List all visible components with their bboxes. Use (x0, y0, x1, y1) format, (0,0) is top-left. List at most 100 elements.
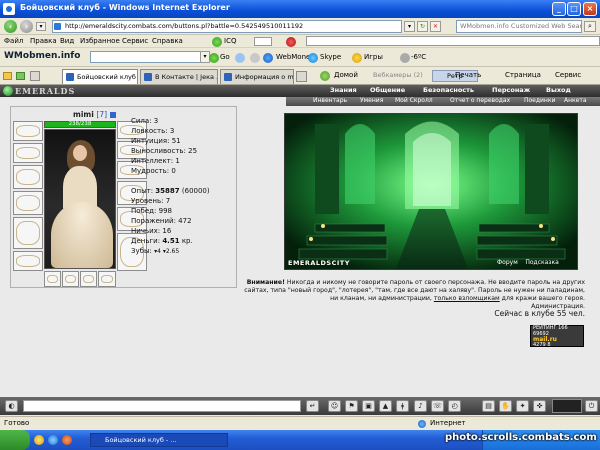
character-panel: mimi [7] 238/238 Сила: 3 Ловкость: 3 Инт… (10, 106, 237, 288)
info-icon[interactable] (109, 112, 116, 118)
online-count: Сейчас в клубе 55 чел. (494, 309, 585, 318)
music-icon[interactable]: ♪ (414, 400, 427, 412)
location-scene[interactable]: EMERALDSCITY Форум Подсказка (284, 113, 578, 270)
maximize-button[interactable]: □ (567, 2, 581, 16)
subnav-profile[interactable]: Анкета (564, 97, 587, 104)
exit-icon[interactable]: ⏻ (585, 400, 598, 412)
small-slot-3[interactable] (80, 271, 97, 287)
forward-button[interactable]: › (20, 20, 33, 33)
nav-exit[interactable]: Выход (546, 86, 571, 96)
small-slot-1[interactable] (44, 271, 61, 287)
tab-info-mimi[interactable]: Информация о mimi (220, 69, 294, 84)
chat-clear-icon[interactable]: ◐ (5, 400, 18, 412)
belt-slot[interactable] (13, 251, 43, 271)
toolbar-search-input[interactable] (90, 51, 202, 63)
address-dropdown[interactable]: ▾ (404, 21, 415, 32)
clock-icon[interactable]: ◴ (448, 400, 461, 412)
history-dropdown[interactable]: ▾ (36, 22, 46, 31)
address-input[interactable]: http://emeraldscity.combats.com/buttons.… (52, 20, 402, 33)
game-subnav: Инвентарь Умения Мой Скролл Отчет о пере… (286, 97, 600, 106)
favorites-star-icon[interactable] (3, 72, 12, 80)
game-area: EMERALDS Знания Общение Безопасность Пер… (0, 85, 600, 397)
print-button[interactable]: Печать (455, 71, 481, 79)
subnav-transfer-report[interactable]: Отчет о переводах (450, 97, 510, 104)
tools-button[interactable]: Сервис (555, 71, 581, 79)
webcams-button[interactable]: Вебкамеры (2) (373, 71, 423, 82)
color-icon[interactable]: ▲ (379, 400, 392, 412)
tab-vkontakte[interactable]: В Контакте | Jека ... (140, 69, 218, 84)
stat-teeth: Зубы: ▾4 ▾2.65 (131, 247, 180, 255)
game-logo: EMERALDS (15, 86, 76, 96)
page-button[interactable]: Страница (505, 71, 541, 79)
small-slot-2[interactable] (62, 271, 79, 287)
go-icon (209, 53, 219, 63)
warning-label: Внимание! (246, 279, 285, 286)
back-button[interactable]: ‹ (4, 20, 17, 33)
minimize-button[interactable]: _ (552, 2, 566, 16)
hint-link[interactable]: Подсказка (525, 259, 558, 266)
custom-toolbar: WMobmen.info ▾ Go WebMoney Skype Игры -6… (0, 48, 600, 67)
close-button[interactable]: × (583, 2, 597, 16)
earrings-slot[interactable] (13, 143, 43, 163)
security-zone: Интернет (430, 419, 466, 427)
taskbar-item-ie[interactable]: Бойцовский клуб - ... (90, 433, 228, 447)
nav-knowledge[interactable]: Знания (330, 86, 357, 96)
character-name[interactable]: mimi (73, 110, 94, 119)
new-tab-button[interactable] (296, 71, 307, 82)
go-button[interactable]: Go (220, 53, 230, 61)
add-favorites-icon[interactable] (16, 72, 25, 80)
quicklaunch-icon-1[interactable] (34, 435, 44, 445)
nav-security[interactable]: Безопасность (423, 86, 474, 96)
start-button[interactable] (0, 430, 30, 450)
toolbar-input[interactable] (306, 36, 600, 46)
tab-combats[interactable]: Бойцовский клуб (62, 69, 138, 84)
shield-icon (286, 37, 296, 47)
menu-view[interactable]: Вид (60, 37, 74, 45)
games-button[interactable]: Игры (364, 53, 383, 61)
icq-status-field[interactable] (254, 37, 272, 46)
search-icon[interactable]: ⌕ (584, 21, 596, 32)
tab-list-icon[interactable] (30, 71, 40, 81)
menu-edit[interactable]: Правка (30, 37, 57, 45)
mail-icon[interactable] (235, 53, 245, 63)
weapon-slot[interactable] (13, 191, 43, 215)
quicklaunch-icon-3[interactable] (62, 435, 72, 445)
quicklaunch-icon-2[interactable] (48, 435, 58, 445)
inventory-icon[interactable]: ▤ (482, 400, 495, 412)
nav-communication[interactable]: Общение (370, 86, 405, 96)
helmet-slot[interactable] (13, 121, 43, 141)
stat-intuition: Интуиция: 51 (131, 137, 181, 145)
rating-counter[interactable]: РЕЙТИНГ 166 69692 mail.ru 4279 8 (530, 325, 584, 347)
chat-input[interactable] (23, 400, 301, 412)
menu-file[interactable]: Файл (4, 37, 23, 45)
user-icon[interactable] (250, 53, 260, 63)
icq-button[interactable]: ICQ (224, 37, 236, 45)
menu-tools[interactable]: Сервис (122, 37, 148, 45)
armor-slot[interactable] (13, 217, 43, 249)
subnav-my-scroll[interactable]: Мой Скролл (395, 97, 433, 104)
smile-icon[interactable]: ☺ (328, 400, 341, 412)
private-icon[interactable]: ☏ (431, 400, 444, 412)
stat-experience: Опыт: 35887 (60000) (131, 187, 210, 195)
save-icon[interactable]: ▣ (362, 400, 375, 412)
stop-icon[interactable]: ✕ (430, 21, 441, 32)
filter-icon[interactable]: ⚑ (345, 400, 358, 412)
small-slot-4[interactable] (98, 271, 116, 287)
amulet-slot[interactable] (13, 165, 43, 189)
battle-icon[interactable]: ✦ (516, 400, 529, 412)
search-input[interactable]: WMobmen.info Customized Web Search (456, 20, 582, 33)
refresh-icon[interactable]: ↻ (417, 21, 428, 32)
menu-help[interactable]: Справка (152, 37, 183, 45)
translit-icon[interactable]: ǂ (396, 400, 409, 412)
menu-favorites[interactable]: Избранное (80, 37, 120, 45)
subnav-fights[interactable]: Поединки (524, 97, 555, 104)
home-button[interactable]: Домой (334, 71, 358, 79)
send-icon[interactable]: ↵ (306, 400, 319, 412)
nav-character[interactable]: Персонаж (492, 86, 530, 96)
hand-icon[interactable]: ✋ (499, 400, 512, 412)
forum-link[interactable]: Форум (497, 259, 518, 266)
map-icon[interactable]: ✜ (533, 400, 546, 412)
subnav-inventory[interactable]: Инвентарь (313, 97, 347, 104)
skype-button[interactable]: Skype (320, 53, 341, 61)
subnav-skills[interactable]: Умения (360, 97, 383, 104)
